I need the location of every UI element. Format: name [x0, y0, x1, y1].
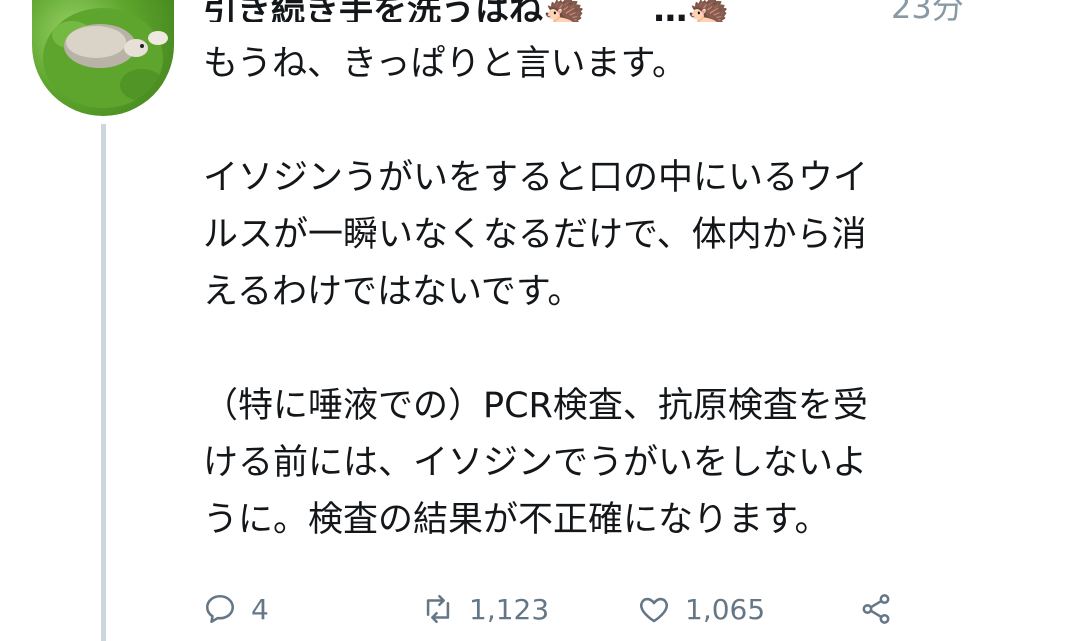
- tweet-line: ルスが一瞬いなくなるだけで、体内から消: [203, 215, 867, 255]
- timestamp[interactable]: 23分: [891, 0, 964, 22]
- tweet-line: ける前には、イソジンでうがいをしないよ: [203, 443, 868, 483]
- thread-line: [101, 124, 106, 641]
- reply-icon: [205, 594, 235, 624]
- reply-count: 4: [251, 592, 269, 626]
- like-count: 1,065: [685, 592, 766, 626]
- tweet-line: もうね、きっぱりと言います。: [203, 44, 688, 84]
- avatar[interactable]: [32, 0, 174, 116]
- display-name[interactable]: 引き続き手を洗うはね🦔＿＿…🦔: [203, 0, 730, 22]
- tweet-line: うに。検査の結果が不正確になります。: [203, 500, 830, 540]
- tweet-header: 引き続き手を洗うはね🦔＿＿…🦔 23分 ⌄: [203, 0, 1063, 22]
- tweet-text: もうね、きっぱりと言います。 イソジンうがいをすると口の中にいるウイ ルスが一瞬…: [203, 36, 1053, 549]
- retweet-count: 1,123: [469, 592, 550, 626]
- tweet-line: えるわけではないです。: [203, 272, 583, 312]
- retweet-icon: [426, 594, 450, 624]
- share-button[interactable]: [859, 592, 893, 626]
- tweet-line: （特に唾液での）PCR検査、抗原検査を受: [203, 386, 868, 426]
- like-button[interactable]: 1,065: [637, 592, 765, 626]
- tweet-actions: 4 1,123 1,065: [203, 592, 1063, 641]
- hedgehog-avatar-image: [43, 8, 168, 108]
- tweet-line: イソジンうがいをすると口の中にいるウイ: [203, 158, 869, 198]
- reply-button[interactable]: 4: [203, 592, 269, 626]
- retweet-button[interactable]: 1,123: [421, 592, 549, 626]
- share-icon: [862, 594, 890, 624]
- heart-icon: [640, 597, 668, 623]
